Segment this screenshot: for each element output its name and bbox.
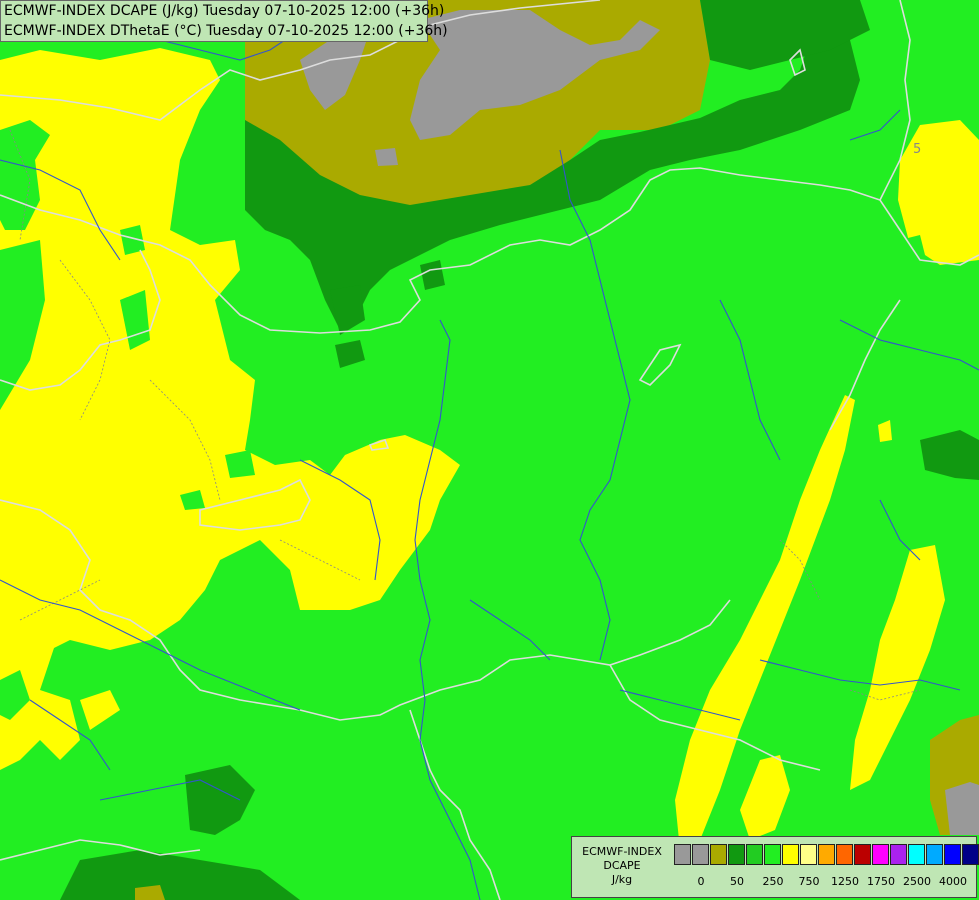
contour-label: 5	[913, 142, 921, 157]
legend-swatch	[746, 844, 763, 865]
legend-swatch	[854, 844, 871, 865]
legend-swatches	[674, 844, 979, 867]
legend-swatch	[944, 844, 961, 865]
color-legend: ECMWF-INDEX DCAPE J/kg 0 50 250 750 1250 1750…	[571, 836, 979, 898]
legend-swatch	[764, 844, 781, 865]
legend-swatch	[818, 844, 835, 865]
weather-map: 5	[0, 0, 979, 900]
legend-swatch	[674, 844, 691, 865]
legend-tick-label: 4000	[939, 875, 967, 888]
legend-swatch	[962, 844, 979, 865]
title-line-dthetae: ECMWF-INDEX DThetaE (°C) Tuesday 07-10-2…	[4, 23, 448, 39]
legend-swatch	[692, 844, 709, 865]
legend-swatch	[728, 844, 745, 865]
legend-label-model: ECMWF-INDEX	[582, 845, 662, 858]
legend-swatch	[908, 844, 925, 865]
title-line-dcape: ECMWF-INDEX DCAPE (J/kg) Tuesday 07-10-2…	[4, 3, 445, 19]
legend-swatch	[890, 844, 907, 865]
legend-label-variable: DCAPE	[603, 859, 641, 872]
north-gray-region	[375, 148, 398, 166]
legend-label: ECMWF-INDEX DCAPE J/kg	[576, 845, 668, 887]
legend-swatch	[926, 844, 943, 865]
legend-label-unit: J/kg	[611, 873, 633, 886]
legend-ticks: 0 50 250 750 1250 1750 2500 4000	[674, 875, 974, 889]
legend-swatch	[710, 844, 727, 865]
southeast-gray	[945, 782, 979, 835]
legend-swatch	[800, 844, 817, 865]
legend-tick-label: 1250	[831, 875, 859, 888]
legend-swatch	[782, 844, 799, 865]
legend-tick-label: 1750	[867, 875, 895, 888]
legend-tick-label: 2500	[903, 875, 931, 888]
legend-tick-label: 50	[730, 875, 744, 888]
legend-tick-label: 750	[798, 875, 820, 888]
legend-tick-label: 250	[762, 875, 784, 888]
green-patch	[225, 450, 255, 478]
legend-swatch	[836, 844, 853, 865]
legend-tick-label: 0	[697, 875, 705, 888]
legend-swatch	[872, 844, 889, 865]
title-box: ECMWF-INDEX DCAPE (J/kg) Tuesday 07-10-2…	[0, 0, 448, 42]
